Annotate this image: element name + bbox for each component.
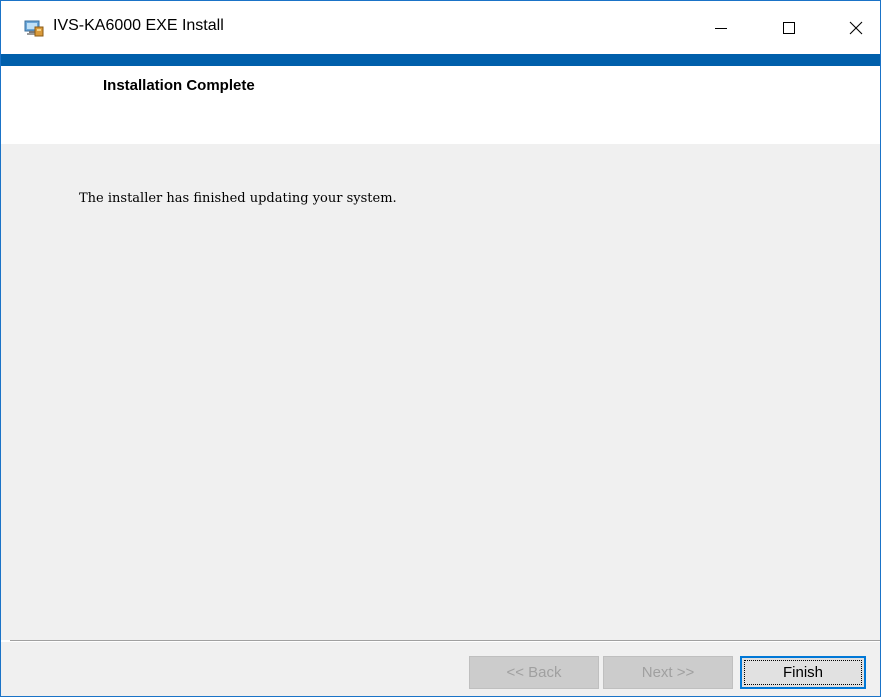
completion-message: The installer has finished updating your… [79,191,397,206]
close-icon [849,21,863,34]
button-bar: << Back Next >> Finish [1,642,880,696]
page-header: Installation Complete [1,66,880,144]
accent-bar [1,54,880,66]
window-title: IVS-KA6000 EXE Install [53,17,224,34]
finish-button-label: Finish [782,664,823,681]
minimize-button[interactable] [691,1,751,54]
content-area: The installer has finished updating your… [1,144,880,640]
installer-app-icon [23,18,45,38]
back-button[interactable]: << Back [469,656,599,689]
back-button-label: << Back [506,664,562,681]
maximize-icon [783,21,795,34]
page-title: Installation Complete [103,77,255,94]
next-button-label: Next >> [641,664,695,681]
minimize-icon [715,27,727,29]
next-button[interactable]: Next >> [603,656,733,689]
maximize-button[interactable] [759,1,819,54]
installer-window: IVS-KA6000 EXE Install Installation Comp… [0,0,881,697]
close-button[interactable] [826,1,881,54]
finish-button[interactable]: Finish [740,656,866,689]
title-bar[interactable]: IVS-KA6000 EXE Install [1,1,880,54]
